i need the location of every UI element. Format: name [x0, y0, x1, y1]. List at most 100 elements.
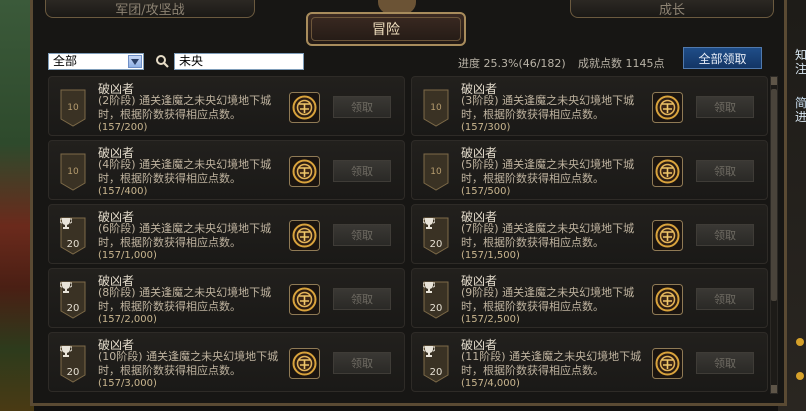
medal-icon	[289, 92, 320, 123]
achievement-stage: (8阶段)	[98, 286, 136, 299]
achievement-card: 10 破凶者 (2阶段) 通关逢魔之未央幻境地下城时，根据阶数获得相应点数。 (157…	[48, 76, 405, 136]
medal-icon	[652, 156, 683, 187]
achievement-progress: (157/200)	[98, 122, 148, 133]
trophy-badge-icon: 20	[60, 345, 86, 383]
badge-points: 20	[66, 367, 80, 378]
achievement-stage: (9阶段)	[461, 286, 499, 299]
badge-points: 20	[66, 239, 80, 250]
achievement-card: 20 破凶者 (7阶段) 通关逢魔之未央幻境地下城时，根据阶数获得相应点数。 (157…	[411, 204, 768, 264]
medal-icon	[652, 284, 683, 315]
trophy-badge-icon: 20	[60, 281, 86, 319]
category-dropdown[interactable]: 全部	[48, 53, 144, 70]
medal-icon	[289, 156, 320, 187]
trophy-badge-icon: 20	[423, 281, 449, 319]
claim-button[interactable]: 领取	[333, 96, 391, 118]
medal-icon	[652, 220, 683, 251]
medal-icon	[652, 348, 683, 379]
achievement-card: 20 破凶者 (11阶段) 通关逢魔之未央幻境地下城时，根据阶数获得相应点数。 (15…	[411, 332, 768, 392]
claim-button[interactable]: 领取	[696, 288, 754, 310]
game-window: 知 注 简 进 军团/攻坚战 成长 冒险 全部 未央 进度 25.3%(46/1…	[0, 0, 806, 411]
achievement-card: 10 破凶者 (5阶段) 通关逢魔之未央幻境地下城时，根据阶数获得相应点数。 (157…	[411, 140, 768, 200]
scrollbar[interactable]	[770, 76, 778, 394]
category-dropdown-value: 全部	[53, 54, 78, 68]
scroll-down-arrow[interactable]	[771, 385, 777, 393]
trophy-icon	[423, 282, 435, 293]
achievement-description: (4阶段) 通关逢魔之未央幻境地下城时，根据阶数获得相应点数。	[98, 158, 283, 186]
claim-button[interactable]: 领取	[333, 224, 391, 246]
background-scene-left	[0, 0, 34, 411]
trophy-icon	[60, 218, 72, 229]
achievement-description: (3阶段) 通关逢魔之未央幻境地下城时，根据阶数获得相应点数。	[461, 94, 646, 122]
achievement-stage: (2阶段)	[98, 94, 136, 107]
shield-badge-icon: 10	[60, 153, 86, 191]
achievement-progress: (157/4,000)	[461, 378, 520, 389]
achievement-progress: (157/2,000)	[98, 314, 157, 325]
claim-button[interactable]: 领取	[333, 352, 391, 374]
achievement-progress: (157/3,000)	[98, 378, 157, 389]
achievement-points-text: 成就点数 1145点	[578, 57, 665, 70]
medal-icon	[289, 220, 320, 251]
achievement-description: (8阶段) 通关逢魔之未央幻境地下城时，根据阶数获得相应点数。	[98, 286, 283, 314]
tab-adventure[interactable]: 冒险	[306, 12, 466, 46]
achievement-description: (7阶段) 通关逢魔之未央幻境地下城时，根据阶数获得相应点数。	[461, 222, 646, 250]
achievement-description: (11阶段) 通关逢魔之未央幻境地下城时，根据阶数获得相应点数。	[461, 350, 646, 378]
progress-text: 进度 25.3%(46/182)	[458, 57, 566, 70]
medal-icon	[289, 348, 320, 379]
shield-badge-icon: 10	[60, 89, 86, 127]
claim-all-button[interactable]: 全部领取	[683, 47, 762, 69]
badge-points: 20	[429, 303, 443, 314]
achievement-description: (10阶段) 通关逢魔之未央幻境地下城时，根据阶数获得相应点数。	[98, 350, 283, 378]
badge-points: 20	[66, 303, 80, 314]
shield-badge-icon: 10	[423, 153, 449, 191]
tab-adventure-label: 冒险	[372, 22, 400, 38]
trophy-badge-icon: 20	[60, 217, 86, 255]
side-notification-dot	[796, 372, 804, 380]
chevron-down-icon[interactable]	[128, 55, 142, 68]
claim-button[interactable]: 领取	[333, 160, 391, 182]
claim-button[interactable]: 领取	[333, 288, 391, 310]
achievement-card: 20 破凶者 (10阶段) 通关逢魔之未央幻境地下城时，根据阶数获得相应点数。 (15…	[48, 332, 405, 392]
achievement-stage: (3阶段)	[461, 94, 499, 107]
trophy-icon	[60, 346, 72, 357]
badge-points: 10	[430, 103, 442, 113]
achievement-list: 10 破凶者 (2阶段) 通关逢魔之未央幻境地下城时，根据阶数获得相应点数。 (157…	[48, 76, 768, 396]
achievement-stage: (6阶段)	[98, 222, 136, 235]
achievement-description: (5阶段) 通关逢魔之未央幻境地下城时，根据阶数获得相应点数。	[461, 158, 646, 186]
achievement-progress: (157/1,000)	[98, 250, 157, 261]
achievement-stage: (4阶段)	[98, 158, 136, 171]
claim-button[interactable]: 领取	[696, 160, 754, 182]
badge-points: 10	[67, 167, 79, 177]
trophy-badge-icon: 20	[423, 217, 449, 255]
achievement-stage: (11阶段)	[461, 350, 506, 363]
medal-icon	[652, 92, 683, 123]
trophy-icon	[423, 218, 435, 229]
side-notification-dot	[796, 338, 804, 346]
achievement-card: 20 破凶者 (9阶段) 通关逢魔之未央幻境地下城时，根据阶数获得相应点数。 (157…	[411, 268, 768, 328]
badge-points: 20	[429, 239, 443, 250]
achievement-stage: (10阶段)	[98, 350, 143, 363]
achievement-progress: (157/300)	[461, 122, 511, 133]
badge-points: 10	[430, 167, 442, 177]
shield-badge-icon: 10	[423, 89, 449, 127]
trophy-icon	[423, 346, 435, 357]
badge-points: 20	[429, 367, 443, 378]
scroll-up-arrow[interactable]	[771, 77, 777, 85]
claim-button[interactable]: 领取	[696, 352, 754, 374]
claim-button[interactable]: 领取	[696, 224, 754, 246]
achievement-progress: (157/500)	[461, 186, 511, 197]
achievement-card: 20 破凶者 (8阶段) 通关逢魔之未央幻境地下城时，根据阶数获得相应点数。 (157…	[48, 268, 405, 328]
search-input[interactable]: 未央	[174, 53, 304, 70]
achievement-description: (9阶段) 通关逢魔之未央幻境地下城时，根据阶数获得相应点数。	[461, 286, 646, 314]
tab-guild-siege[interactable]: 军团/攻坚战	[45, 0, 255, 18]
achievement-description: (2阶段) 通关逢魔之未央幻境地下城时，根据阶数获得相应点数。	[98, 94, 283, 122]
claim-button[interactable]: 领取	[696, 96, 754, 118]
achievement-stage: (5阶段)	[461, 158, 499, 171]
trophy-icon	[60, 282, 72, 293]
trophy-badge-icon: 20	[423, 345, 449, 383]
achievement-card: 10 破凶者 (4阶段) 通关逢魔之未央幻境地下城时，根据阶数获得相应点数。 (157…	[48, 140, 405, 200]
tab-growth[interactable]: 成长	[570, 0, 774, 18]
scroll-thumb[interactable]	[771, 89, 777, 301]
search-icon	[156, 55, 169, 68]
achievement-card: 10 破凶者 (3阶段) 通关逢魔之未央幻境地下城时，根据阶数获得相应点数。 (157…	[411, 76, 768, 136]
achievement-description: (6阶段) 通关逢魔之未央幻境地下城时，根据阶数获得相应点数。	[98, 222, 283, 250]
